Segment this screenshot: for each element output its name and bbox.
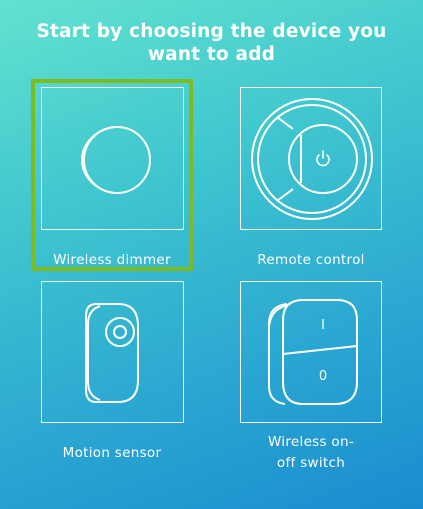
device-label-wireless-on-off-switch: Wireless on- off switch	[225, 432, 397, 474]
on-off-switch-icon	[268, 299, 358, 405]
device-label-wireless-dimmer: Wireless dimmer	[53, 252, 171, 268]
switch-off-glyph: 0	[318, 369, 328, 384]
device-label-line-2: off switch	[276, 455, 346, 471]
page-title-line-2: want to add	[147, 44, 276, 65]
page-title: Start by choosing the device you want to…	[0, 20, 423, 66]
device-tile-motion-sensor[interactable]	[41, 281, 184, 423]
device-tile-wireless-on-off-switch[interactable]: I 0	[240, 281, 382, 423]
remote-control-icon	[251, 98, 373, 220]
device-label-motion-sensor: Motion sensor	[62, 445, 162, 461]
page-title-line-1: Start by choosing the device you	[36, 21, 387, 42]
device-label-line-1: Wireless on-	[267, 434, 355, 450]
power-icon	[316, 150, 330, 167]
dimmer-icon	[80, 126, 151, 194]
device-label-remote-control: Remote control	[257, 252, 365, 268]
switch-on-glyph: I	[321, 318, 325, 333]
device-tile-remote-control[interactable]	[240, 87, 382, 230]
motion-sensor-icon	[85, 303, 139, 403]
device-tile-wireless-dimmer[interactable]	[41, 87, 184, 230]
